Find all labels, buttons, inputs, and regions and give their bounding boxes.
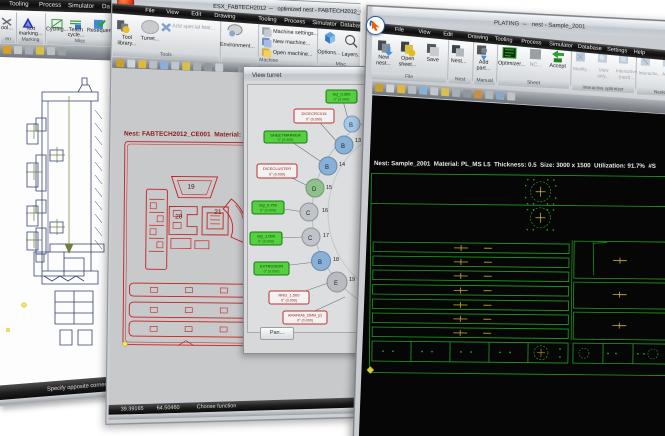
svg-text:Nest: Sample_2001 Material: P: Nest: Sample_2001 Material: PL_MS L5 Thi… [374,160,656,170]
